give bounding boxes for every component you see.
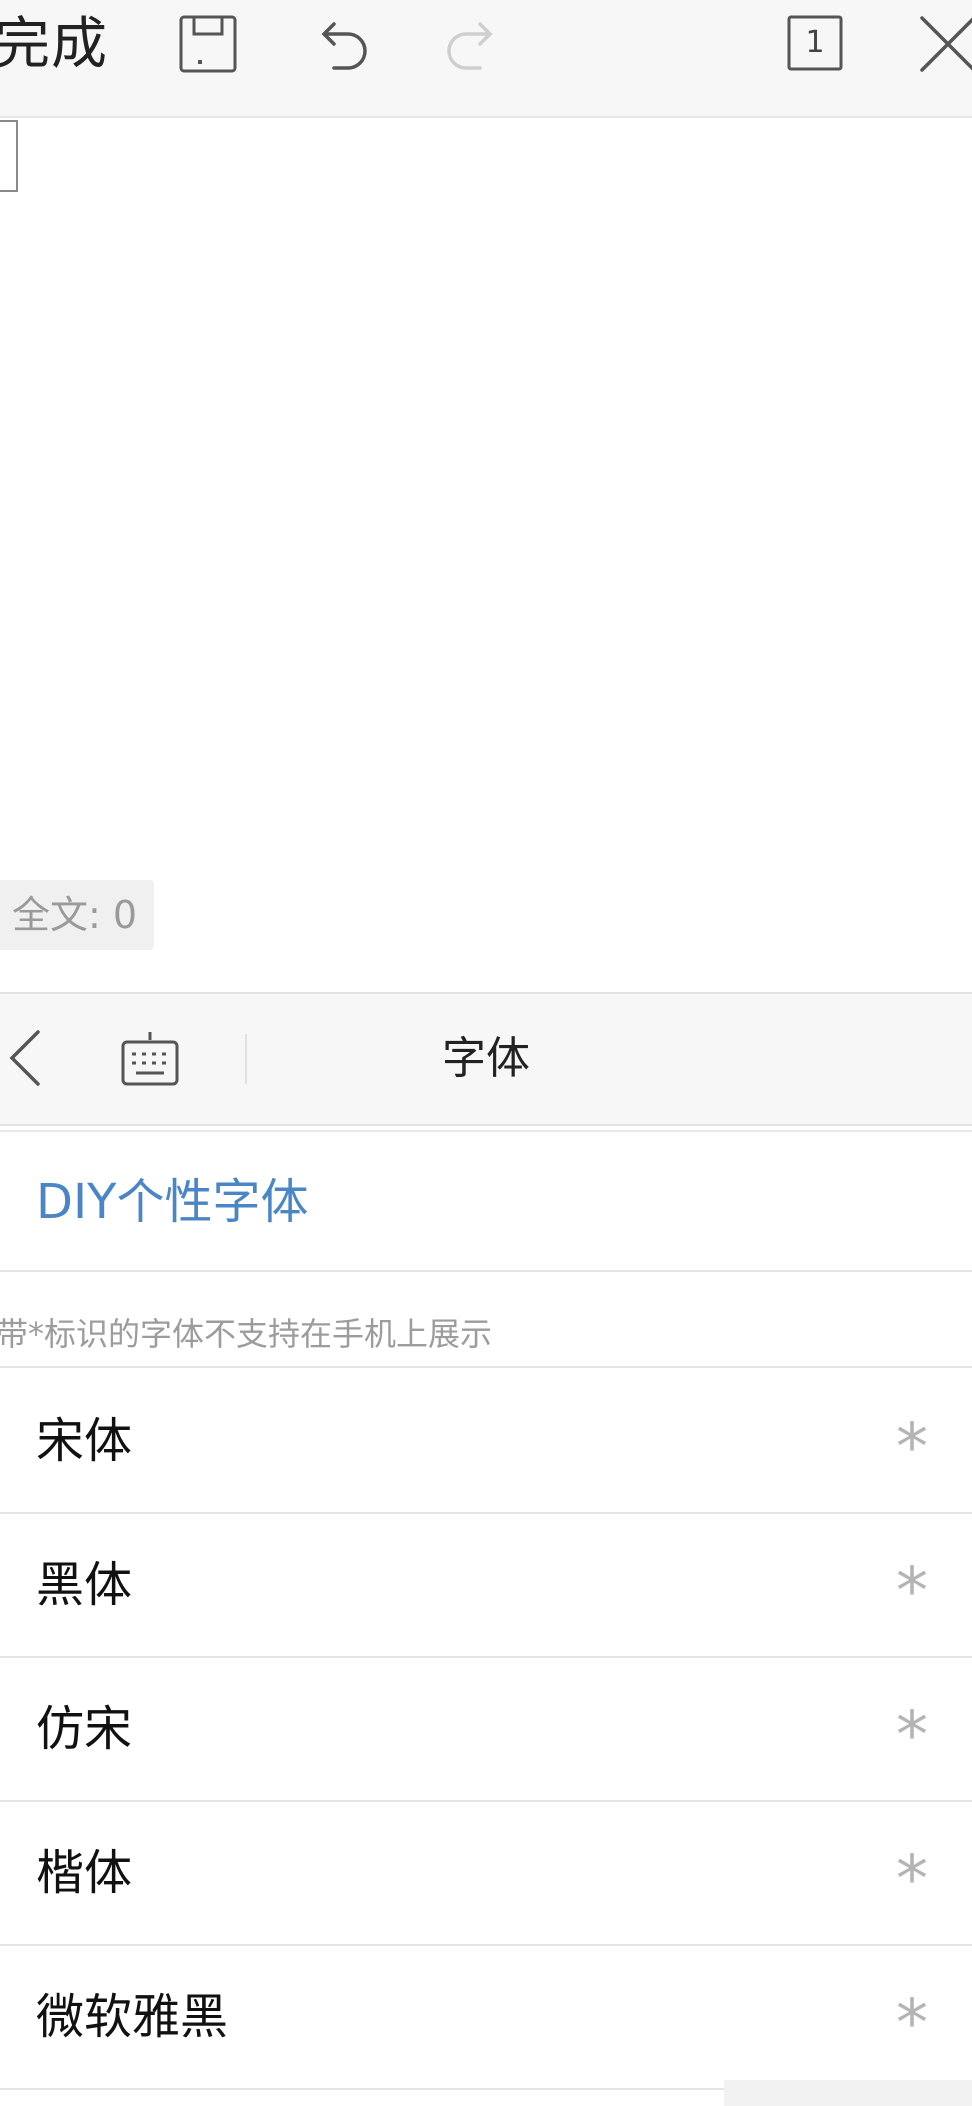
font-item-heiti[interactable]: 黑体 *: [0, 1514, 972, 1658]
keyboard-icon[interactable]: [120, 1028, 180, 1088]
unsupported-star-icon: *: [896, 1555, 928, 1629]
panel-title-text: 字体: [442, 1033, 530, 1084]
close-icon[interactable]: [918, 14, 972, 74]
undo-icon[interactable]: [312, 14, 372, 74]
text-cursor-box[interactable]: [0, 120, 18, 192]
unsupported-star-icon: *: [896, 1699, 928, 1773]
diy-font-row[interactable]: DIY个性字体: [0, 1130, 972, 1272]
header-divider: [245, 1034, 247, 1084]
save-icon[interactable]: [178, 14, 238, 74]
redo-icon[interactable]: [442, 14, 502, 74]
font-name: 宋体: [36, 1413, 133, 1469]
page-count-icon[interactable]: 1: [786, 14, 846, 74]
font-name: 仿宋: [36, 1701, 133, 1757]
back-chevron-icon[interactable]: [4, 1028, 44, 1088]
font-list: 宋体 * 黑体 * 仿宋 * 楷体 * 微软雅黑 *: [0, 1370, 972, 2090]
font-support-notice: 带*标识的字体不支持在手机上展示: [0, 1272, 972, 1368]
font-name: 微软雅黑: [36, 1989, 229, 2045]
font-panel-header: 字体: [0, 992, 972, 1126]
unsupported-star-icon: *: [896, 1987, 928, 2061]
done-button[interactable]: 完成: [0, 10, 108, 80]
font-name: 楷体: [36, 1845, 133, 1901]
unsupported-star-icon: *: [896, 1411, 928, 1485]
diy-font-label: DIY个性字体: [36, 1174, 309, 1230]
page-count-label: 1: [805, 25, 825, 60]
unsupported-star-icon: *: [896, 1843, 928, 1917]
font-name: 黑体: [36, 1557, 133, 1613]
bottom-edge-strip: [724, 2080, 972, 2106]
font-item-songti[interactable]: 宋体 *: [0, 1370, 972, 1514]
font-item-microsoft-yahei[interactable]: 微软雅黑 *: [0, 1946, 972, 2090]
font-item-fangsong[interactable]: 仿宋 *: [0, 1658, 972, 1802]
word-count-badge: 全文: 0: [0, 880, 154, 950]
top-toolbar: 完成 1: [0, 0, 972, 118]
font-item-kaiti[interactable]: 楷体 *: [0, 1802, 972, 1946]
